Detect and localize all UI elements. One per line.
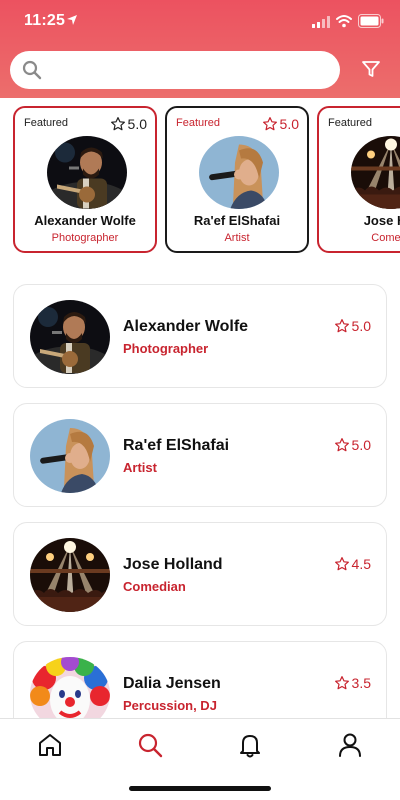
rating: 5.0 [262, 116, 299, 132]
featured-tag: Featured [24, 117, 69, 129]
avatar [199, 136, 279, 209]
list-item[interactable]: Alexander Wolfe Photographer 5.0 [13, 284, 387, 388]
header: 11:25 [0, 0, 400, 98]
search-input[interactable] [50, 55, 340, 85]
list-item-name: Alexander Wolfe [123, 318, 249, 335]
rating-value: 5.0 [127, 116, 147, 132]
featured-card[interactable]: Featured 5.0 Ra'ef ElShafai Artist [165, 106, 309, 253]
avatar [351, 136, 400, 209]
avatar [30, 300, 110, 374]
bell-icon[interactable] [236, 731, 264, 759]
avatar [47, 136, 127, 209]
featured-name: Alexander Wolfe [34, 213, 136, 228]
avatar [30, 419, 110, 493]
home-icon[interactable] [36, 731, 64, 759]
battery-icon [358, 14, 384, 28]
star-icon [262, 116, 278, 132]
status-time: 11:25 [24, 12, 66, 29]
star-icon [334, 675, 350, 691]
avatar [30, 538, 110, 612]
status-bar: 11:25 [0, 0, 400, 44]
list-item-role: Photographer [123, 341, 209, 356]
rating-value: 4.5 [351, 556, 371, 572]
search-icon[interactable] [136, 731, 164, 759]
featured-card[interactable]: Featured 5.0 Alexander Wolfe Photographe… [13, 106, 157, 253]
signal-icon [312, 16, 330, 28]
profile-icon[interactable] [336, 731, 364, 759]
featured-carousel[interactable]: Featured 5.0 Alexander Wolfe Photographe… [0, 98, 400, 268]
star-icon [334, 318, 350, 334]
filter-button[interactable] [356, 54, 386, 84]
featured-tag: Featured [176, 117, 221, 129]
list-item[interactable]: Jose Holland Comedian 4.5 [13, 522, 387, 626]
list-item-role: Percussion, DJ [123, 698, 217, 713]
location-arrow-icon [67, 15, 77, 25]
featured-name: Jose Ho [363, 213, 400, 228]
star-icon [110, 116, 126, 132]
list-item-name: Jose Holland [123, 556, 223, 573]
list-item-role: Artist [123, 460, 157, 475]
rating-value: 5.0 [279, 116, 299, 132]
list-item[interactable]: Ra'ef ElShafai Artist 5.0 [13, 403, 387, 507]
filter-icon [362, 61, 380, 77]
search-bar[interactable] [10, 51, 340, 89]
list-item-name: Ra'ef ElShafai [123, 437, 230, 454]
rating: 5.0 [334, 318, 371, 334]
featured-name: Ra'ef ElShafai [193, 213, 281, 228]
search-icon [22, 60, 42, 80]
list-item-name: Dalia Jensen [123, 675, 221, 692]
bottom-nav [0, 718, 400, 800]
rating: 5.0 [110, 116, 147, 132]
rating-value: 3.5 [351, 675, 371, 691]
featured-card[interactable]: Featured Jose Ho Comed [317, 106, 400, 253]
list-item-role: Comedian [123, 579, 186, 594]
rating: 4.5 [334, 556, 371, 572]
featured-role: Photographer [51, 232, 119, 244]
star-icon [334, 437, 350, 453]
star-icon [334, 556, 350, 572]
featured-tag: Featured [328, 117, 373, 129]
wifi-icon [336, 15, 352, 28]
featured-role: Artist [224, 232, 250, 244]
rating: 3.5 [334, 675, 371, 691]
rating-value: 5.0 [351, 318, 371, 334]
rating: 5.0 [334, 437, 371, 453]
featured-role: Comed [371, 232, 400, 244]
rating-value: 5.0 [351, 437, 371, 453]
home-indicator [129, 786, 271, 791]
